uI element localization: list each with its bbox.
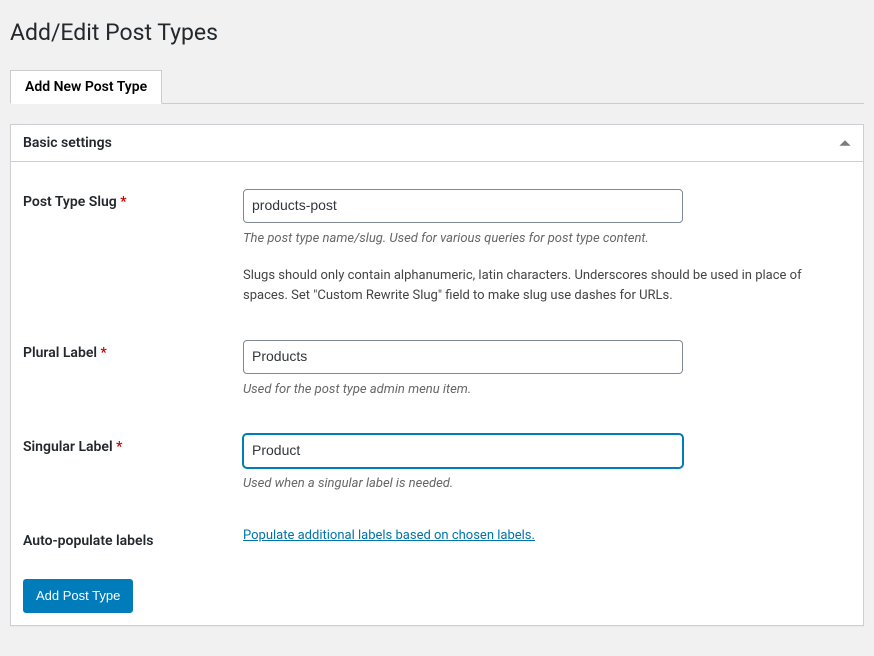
add-post-type-button[interactable]: Add Post Type	[23, 579, 133, 613]
slug-desc-2: Slugs should only contain alphanumeric, …	[243, 266, 841, 305]
slug-label: Post Type Slug	[23, 194, 117, 210]
tab-add-new[interactable]: Add New Post Type	[10, 70, 162, 104]
required-marker: *	[116, 439, 122, 455]
caret-up-icon	[838, 136, 852, 150]
plural-label: Plural Label	[23, 345, 97, 361]
singular-label: Singular Label	[23, 439, 113, 455]
plural-desc: Used for the post type admin menu item.	[243, 380, 841, 400]
page-title: Add/Edit Post Types	[10, 10, 864, 50]
singular-label-cell: Singular Label *	[23, 419, 243, 513]
required-marker: *	[101, 345, 107, 361]
basic-settings-panel: Basic settings Post Type Slug *	[10, 124, 864, 626]
singular-input[interactable]	[243, 434, 683, 468]
required-marker: *	[120, 194, 126, 210]
singular-desc: Used when a singular label is needed.	[243, 474, 841, 494]
slug-input[interactable]	[243, 189, 683, 223]
plural-input[interactable]	[243, 340, 683, 374]
autopopulate-label: Auto-populate labels	[23, 513, 243, 569]
tab-nav: Add New Post Type	[10, 70, 864, 104]
slug-desc-1: The post type name/slug. Used for variou…	[243, 229, 841, 249]
autopopulate-link[interactable]: Populate additional labels based on chos…	[243, 528, 535, 543]
collapse-toggle[interactable]	[827, 125, 863, 161]
panel-title: Basic settings	[11, 125, 124, 161]
slug-label-cell: Post Type Slug *	[23, 174, 243, 325]
plural-label-cell: Plural Label *	[23, 325, 243, 419]
